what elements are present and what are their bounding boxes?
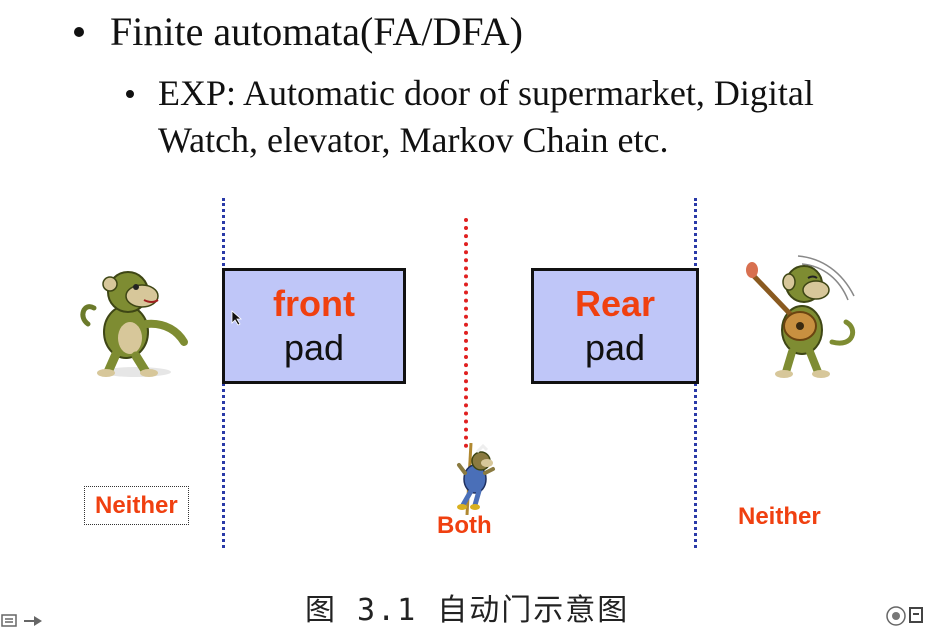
figure-caption: 图 3.1 自动门示意图 xyxy=(305,593,630,628)
bullet-dot-icon xyxy=(74,26,84,37)
rear-pad: Rear pad xyxy=(531,268,699,384)
neither-left-label: Neither xyxy=(84,486,189,525)
main-bullet: Finite automata(FA/DFA) xyxy=(74,8,523,55)
sub-bullet-text: EXP: Automatic door of supermarket, Digi… xyxy=(158,73,814,160)
center-line xyxy=(464,218,468,448)
front-pad-subtitle: pad xyxy=(283,327,345,368)
sub-bullet: EXP: Automatic door of supermarket, Digi… xyxy=(126,70,916,164)
monkey-climbing-icon xyxy=(457,443,495,515)
bullet-dot-icon xyxy=(126,90,134,98)
mouse-cursor-icon xyxy=(231,310,243,326)
neither-right-label: Neither xyxy=(738,503,821,530)
front-pad: front pad xyxy=(222,268,406,384)
both-label: Both xyxy=(437,512,492,539)
rear-pad-subtitle: pad xyxy=(584,327,646,368)
front-pad-title: front xyxy=(273,283,355,324)
main-bullet-text: Finite automata(FA/DFA) xyxy=(110,9,523,54)
monkey-walking-icon xyxy=(80,271,188,377)
slide-menu-icon[interactable] xyxy=(0,612,46,627)
rear-pad-title: Rear xyxy=(574,283,656,324)
university-logo-icon xyxy=(886,606,923,626)
monkey-guitar-icon xyxy=(746,255,856,378)
